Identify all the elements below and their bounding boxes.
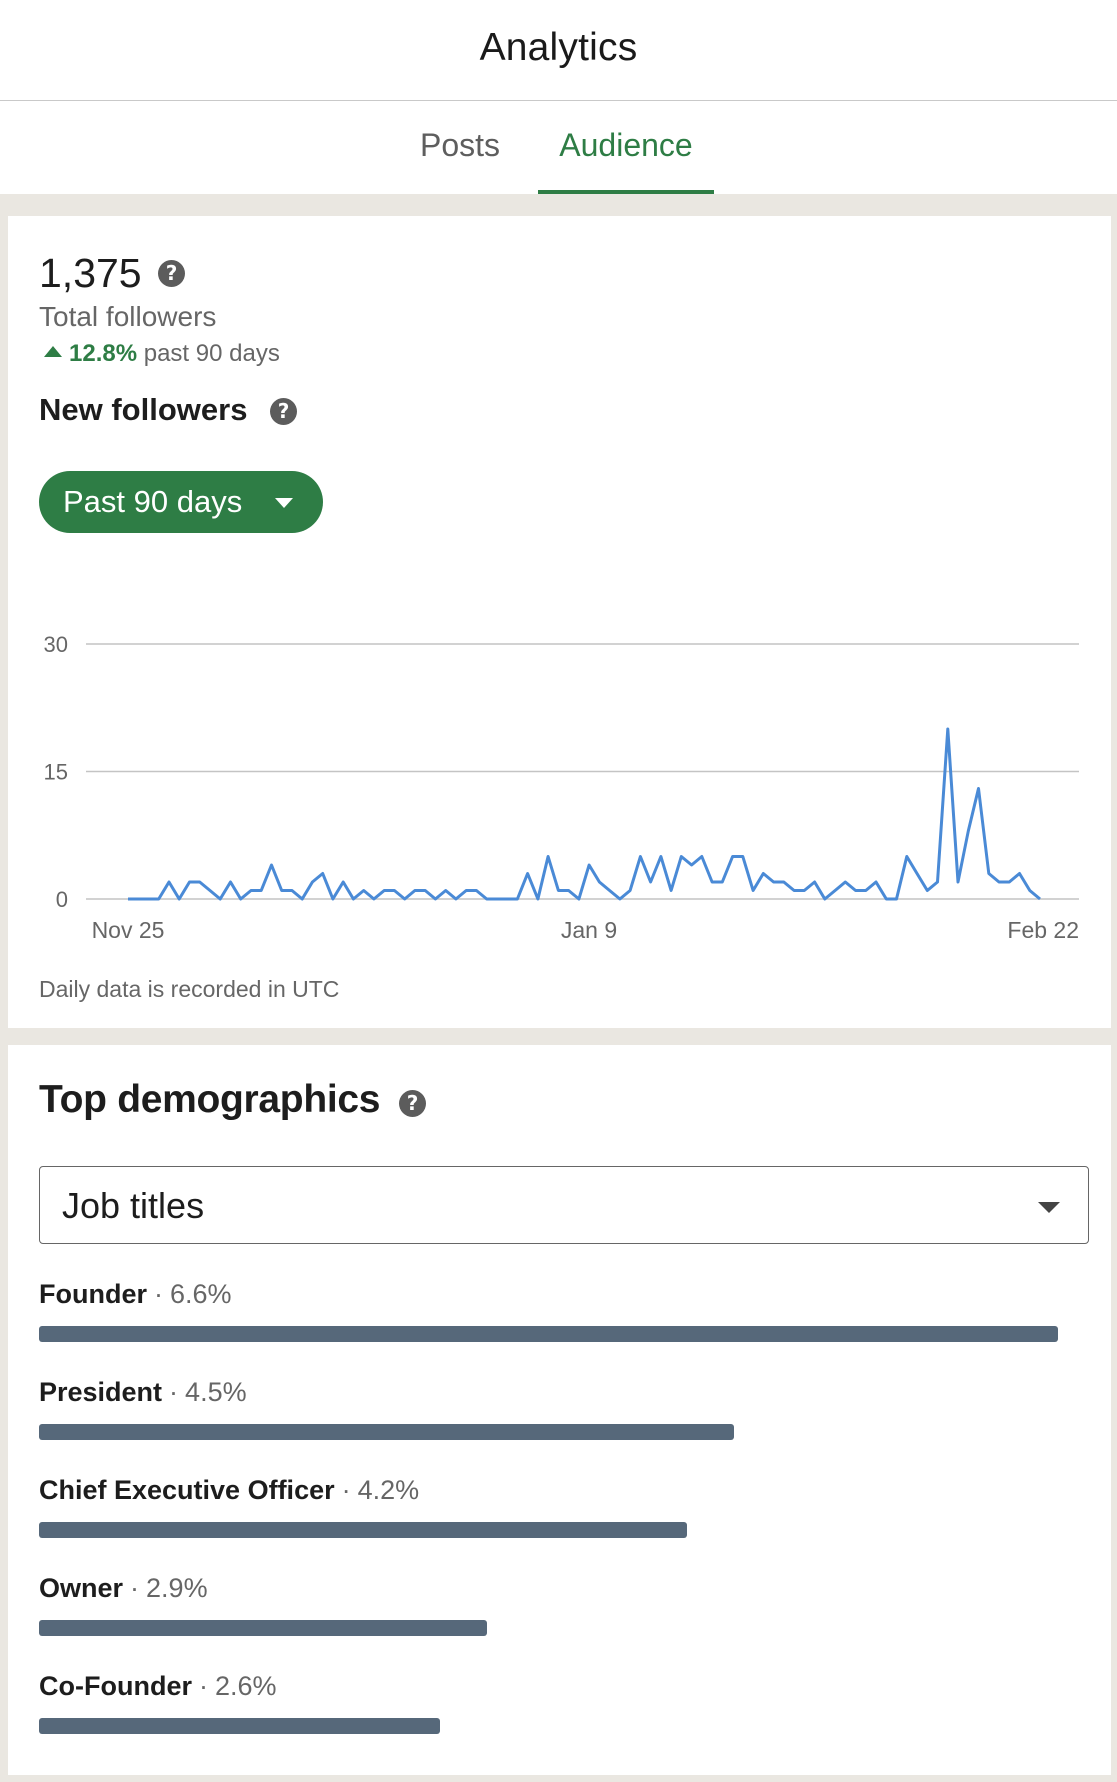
separator: ·: [154, 1279, 163, 1309]
separator: ·: [341, 1475, 351, 1505]
demographic-label: Co-Founder: [39, 1671, 192, 1701]
demographic-percent: 4.5%: [185, 1377, 247, 1407]
demographic-label: President: [39, 1377, 163, 1407]
series-line: [128, 727, 1041, 901]
top-bar: Analytics: [0, 0, 1117, 101]
followers-card: 1,375 ? Total followers 12.8% past 90 da…: [8, 216, 1111, 1028]
list-item: Co-Founder · 2.6%: [39, 1671, 1089, 1751]
demographic-percent: 6.6%: [170, 1279, 232, 1309]
y-tick-label: 30: [44, 632, 68, 657]
demographic-bar: [39, 1424, 734, 1440]
demographic-percent: 2.6%: [214, 1671, 277, 1701]
new-followers-chart: 0 15 30 Nov 25 Jan 9 Feb 22: [44, 632, 1079, 943]
demographic-bar: [39, 1718, 441, 1734]
tab-bar: Posts Audience: [0, 101, 1117, 194]
separator: ·: [198, 1671, 208, 1701]
select-value: Job titles: [62, 1185, 205, 1226]
demographic-label: Chief Executive Officer: [39, 1475, 335, 1505]
x-tick-label: Nov 25: [92, 917, 165, 943]
separator: ·: [169, 1377, 179, 1407]
list-item: Founder · 6.6%: [39, 1279, 1089, 1359]
demographic-label: Founder: [39, 1279, 147, 1309]
demographic-bar: [39, 1522, 688, 1538]
help-icon[interactable]: ?: [399, 1090, 426, 1117]
list-item: Chief Executive Officer · 4.2%: [39, 1475, 1089, 1555]
demographic-percent: 4.2%: [357, 1475, 420, 1505]
demographic-percent: 2.9%: [146, 1573, 208, 1603]
list-item: President · 4.5%: [39, 1377, 1089, 1457]
demographic-label: Owner: [39, 1573, 124, 1603]
x-tick-label: Jan 9: [561, 917, 617, 943]
utc-note: Daily data is recorded in UTC: [39, 976, 340, 1002]
page-title: Analytics: [479, 26, 638, 69]
tab-posts[interactable]: Posts: [402, 127, 518, 194]
demographic-bar: [39, 1620, 487, 1636]
tab-audience[interactable]: Audience: [538, 127, 714, 194]
list-item: Owner · 2.9%: [39, 1573, 1089, 1653]
x-tick-label: Feb 22: [1007, 917, 1079, 943]
demographic-type-select[interactable]: Job titles: [39, 1166, 1089, 1244]
caret-down-icon: [1038, 1202, 1060, 1213]
demographics-title: Top demographics: [39, 1078, 381, 1121]
y-tick-label: 0: [56, 887, 68, 912]
separator: ·: [130, 1573, 140, 1603]
demographics-card: Top demographics ? Job titles Founder · 6.…: [8, 1045, 1111, 1775]
demographic-bar: [39, 1326, 1058, 1342]
y-tick-label: 15: [44, 760, 68, 785]
